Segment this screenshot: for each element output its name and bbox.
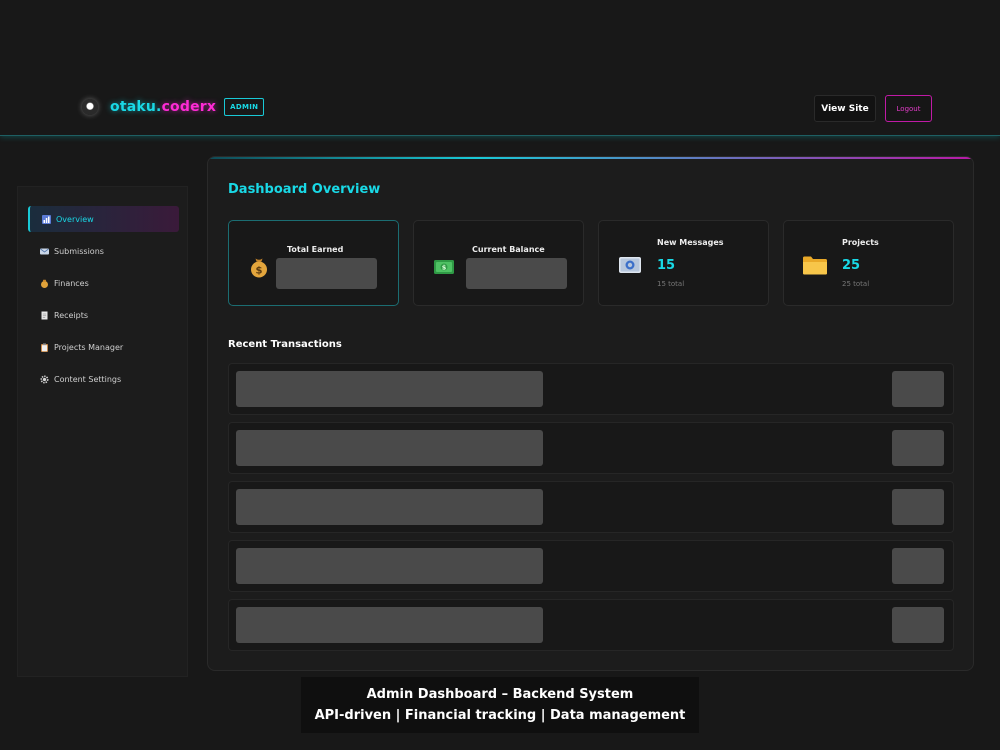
transaction-amount-placeholder: [892, 489, 944, 525]
sidebar-item-content-settings[interactable]: Content Settings: [28, 366, 179, 392]
bar-chart-icon: [42, 214, 51, 224]
stat-label: New Messages: [657, 238, 724, 247]
stat-card-total-earned: $ Total Earned: [228, 220, 399, 306]
transaction-row[interactable]: [228, 481, 954, 533]
banknote-icon: $: [433, 256, 455, 278]
sidebar-item-label: Projects Manager: [54, 342, 124, 352]
sidebar-item-label: Overview: [56, 214, 94, 224]
sidebar-item-label: Content Settings: [54, 374, 122, 384]
caption-line-1: Admin Dashboard – Backend System: [366, 687, 634, 702]
transaction-amount-placeholder: [892, 430, 944, 466]
stat-label: Current Balance: [472, 245, 545, 254]
transaction-row[interactable]: [228, 599, 954, 651]
sidebar: Overview Submissions Finances Receipts P…: [17, 186, 188, 677]
brand-name-part1: otaku.: [110, 99, 162, 115]
transaction-row[interactable]: [228, 363, 954, 415]
transaction-description-placeholder: [236, 430, 543, 466]
transaction-description-placeholder: [236, 489, 543, 525]
top-header: otaku.coderx ADMIN View Site Logout: [0, 0, 1000, 136]
transaction-row[interactable]: [228, 540, 954, 592]
transaction-amount-placeholder: [892, 548, 944, 584]
stat-sub-text: 25 total: [842, 280, 870, 288]
stat-value: 15: [657, 258, 676, 273]
stat-card-projects: Projects 25 25 total: [783, 220, 954, 306]
stat-value: 25: [842, 258, 861, 273]
stat-label: Projects: [842, 238, 879, 247]
receipt-icon: [40, 311, 49, 320]
view-site-button[interactable]: View Site: [814, 95, 876, 122]
stat-sub-text: 15 total: [657, 280, 685, 288]
stat-value-loading-placeholder: [466, 258, 567, 289]
transaction-description-placeholder: [236, 607, 543, 643]
dashboard-panel: Dashboard Overview $ Total Earned $ Curr…: [207, 156, 974, 671]
gear-icon: [40, 374, 49, 384]
svg-text:$: $: [256, 266, 263, 277]
stat-card-current-balance: $ Current Balance: [413, 220, 584, 306]
logout-button[interactable]: Logout: [885, 95, 932, 122]
caption-banner: Admin Dashboard – Backend System API-dri…: [301, 677, 699, 733]
money-bag-icon: [40, 279, 49, 288]
stat-label: Total Earned: [287, 245, 344, 254]
sidebar-item-overview[interactable]: Overview: [28, 206, 179, 232]
brand-name-part2: coderx: [161, 99, 217, 115]
clipboard-icon: [40, 342, 49, 352]
envelope-icon: [618, 254, 641, 276]
recent-transactions-title: Recent Transactions: [228, 339, 342, 350]
money-bag-icon: $: [248, 256, 270, 278]
brand-logo[interactable]: otaku.coderx ADMIN: [82, 98, 265, 116]
admin-badge: ADMIN: [224, 98, 265, 116]
transaction-amount-placeholder: [892, 607, 944, 643]
page-title: Dashboard Overview: [228, 182, 381, 197]
sidebar-item-finances[interactable]: Finances: [28, 270, 179, 296]
avatar-logo-icon: [82, 99, 98, 115]
transaction-row[interactable]: [228, 422, 954, 474]
envelope-icon: [40, 247, 49, 256]
sidebar-item-projects-manager[interactable]: Projects Manager: [28, 334, 179, 360]
stat-card-new-messages: New Messages 15 15 total: [598, 220, 769, 306]
sidebar-item-receipts[interactable]: Receipts: [28, 302, 179, 328]
transaction-description-placeholder: [236, 548, 543, 584]
svg-text:$: $: [442, 264, 447, 272]
sidebar-item-label: Finances: [54, 278, 89, 288]
folder-icon: [802, 254, 827, 276]
sidebar-item-label: Receipts: [54, 310, 89, 320]
transaction-amount-placeholder: [892, 371, 944, 407]
sidebar-item-submissions[interactable]: Submissions: [28, 238, 179, 264]
stat-value-loading-placeholder: [276, 258, 377, 289]
brand-name: otaku.coderx: [110, 99, 216, 115]
caption-line-2: API-driven | Financial tracking | Data m…: [314, 708, 686, 723]
sidebar-item-label: Submissions: [54, 246, 104, 256]
transaction-description-placeholder: [236, 371, 543, 407]
